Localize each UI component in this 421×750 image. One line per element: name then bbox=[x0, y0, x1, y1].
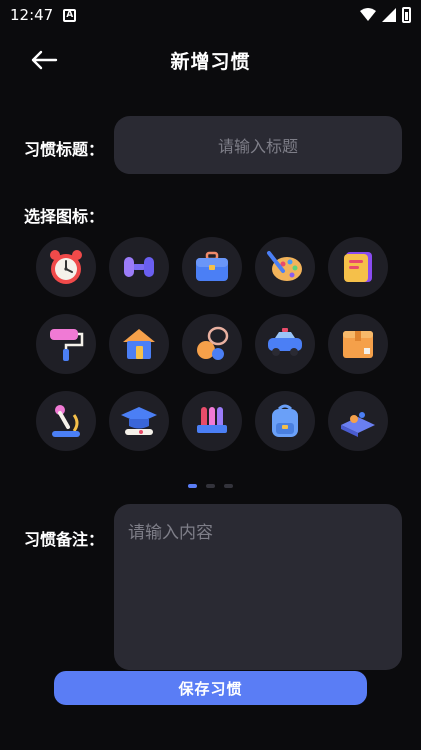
wifi-icon bbox=[360, 8, 376, 21]
icon-option-test-tubes[interactable] bbox=[182, 391, 242, 451]
page-title: 新增习惯 bbox=[170, 50, 251, 73]
backpack-icon bbox=[272, 404, 298, 437]
briefcase-icon bbox=[196, 251, 228, 281]
habit-note-placeholder: 请输入内容 bbox=[128, 523, 213, 543]
paint-roller-icon bbox=[50, 329, 84, 361]
dumbbell-icon bbox=[124, 257, 154, 277]
sandbox-toy-icon bbox=[341, 412, 375, 437]
test-tubes-icon bbox=[197, 407, 227, 433]
arrow-left-icon bbox=[31, 50, 58, 70]
icon-option-graduation-cap[interactable] bbox=[109, 391, 169, 451]
icon-option-package-box[interactable] bbox=[328, 314, 388, 374]
page-dot-1[interactable] bbox=[188, 484, 197, 488]
icon-option-microscope[interactable] bbox=[36, 391, 96, 451]
alarm-clock-icon bbox=[50, 250, 82, 284]
save-habit-button[interactable]: 保存习惯 bbox=[54, 671, 367, 705]
page-dot-3[interactable] bbox=[224, 484, 233, 488]
icon-option-dumbbell[interactable] bbox=[109, 237, 169, 297]
icon-option-notebook[interactable] bbox=[328, 237, 388, 297]
icon-grid bbox=[36, 237, 388, 451]
status-bar: 12:47 A bbox=[0, 0, 421, 30]
choose-icon-label: 选择图标： bbox=[24, 207, 105, 226]
icon-option-car[interactable] bbox=[255, 314, 315, 374]
icon-option-backpack[interactable] bbox=[255, 391, 315, 451]
save-habit-label: 保存习惯 bbox=[178, 679, 243, 698]
icon-page-indicator bbox=[0, 484, 421, 488]
signal-icon bbox=[382, 8, 396, 22]
habit-title-placeholder: 请输入标题 bbox=[217, 137, 298, 156]
icon-option-house[interactable] bbox=[109, 314, 169, 374]
icon-option-alarm-clock[interactable] bbox=[36, 237, 96, 297]
icon-option-paint-palette[interactable] bbox=[255, 237, 315, 297]
sports-balls-icon bbox=[197, 326, 229, 360]
paint-palette-icon bbox=[267, 251, 302, 281]
status-time: 12:47 bbox=[10, 6, 54, 24]
page-dot-2[interactable] bbox=[206, 484, 215, 488]
habit-title-input[interactable]: 请输入标题 bbox=[114, 116, 402, 174]
icon-option-sports-balls[interactable] bbox=[182, 314, 242, 374]
package-box-icon bbox=[343, 331, 373, 358]
graduation-cap-icon bbox=[121, 407, 157, 435]
car-icon bbox=[268, 328, 302, 356]
notebook-icon bbox=[344, 252, 372, 282]
house-icon bbox=[123, 329, 155, 359]
header: 新增习惯 bbox=[0, 38, 421, 82]
habit-title-label: 习惯标题： bbox=[24, 140, 105, 159]
notification-icon: A bbox=[63, 8, 77, 22]
icon-option-sandbox-toy[interactable] bbox=[328, 391, 388, 451]
back-button[interactable] bbox=[28, 44, 60, 76]
battery-icon bbox=[402, 7, 411, 23]
icon-option-paint-roller[interactable] bbox=[36, 314, 96, 374]
icon-option-briefcase[interactable] bbox=[182, 237, 242, 297]
microscope-icon bbox=[52, 405, 80, 437]
habit-note-label: 习惯备注： bbox=[24, 530, 105, 549]
habit-note-textarea[interactable]: 请输入内容 bbox=[114, 504, 402, 670]
